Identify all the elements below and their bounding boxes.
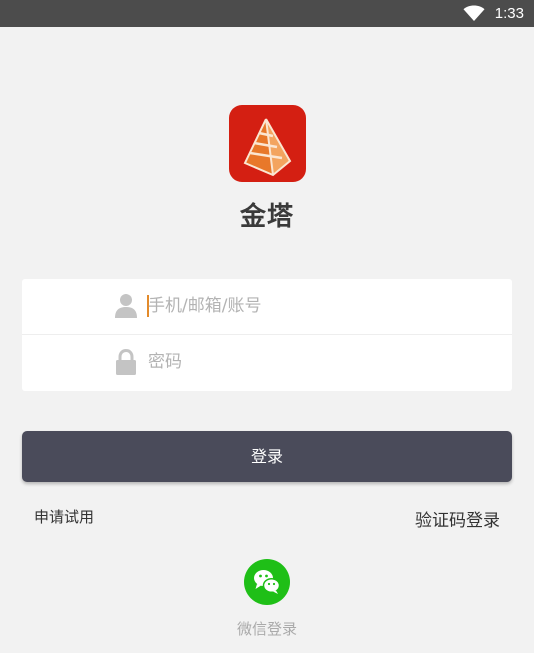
wifi-icon (463, 5, 485, 21)
wechat-login-button[interactable] (244, 559, 290, 605)
login-form (22, 279, 512, 391)
code-login-link[interactable]: 验证码登录 (415, 506, 500, 531)
account-row[interactable] (22, 279, 512, 335)
password-input[interactable] (146, 349, 488, 375)
login-button[interactable]: 登录 (22, 431, 512, 482)
status-time: 1:33 (494, 5, 524, 22)
status-bar: 1:33 (0, 0, 534, 27)
user-icon (115, 294, 137, 318)
wechat-icon (254, 570, 281, 594)
pyramid-icon (243, 118, 292, 177)
password-row[interactable] (22, 335, 512, 390)
account-input[interactable] (146, 293, 488, 319)
apply-trial-link[interactable]: 申请试用 (34, 506, 94, 527)
login-screen: 1:33 金塔 手机/邮箱/账号 登录 申请试用 验证码登录 微信登录 (0, 0, 534, 653)
app-name: 金塔 (239, 202, 294, 232)
lock-icon (116, 349, 136, 375)
app-logo (229, 105, 306, 182)
wechat-login-label: 微信登录 (236, 620, 297, 638)
